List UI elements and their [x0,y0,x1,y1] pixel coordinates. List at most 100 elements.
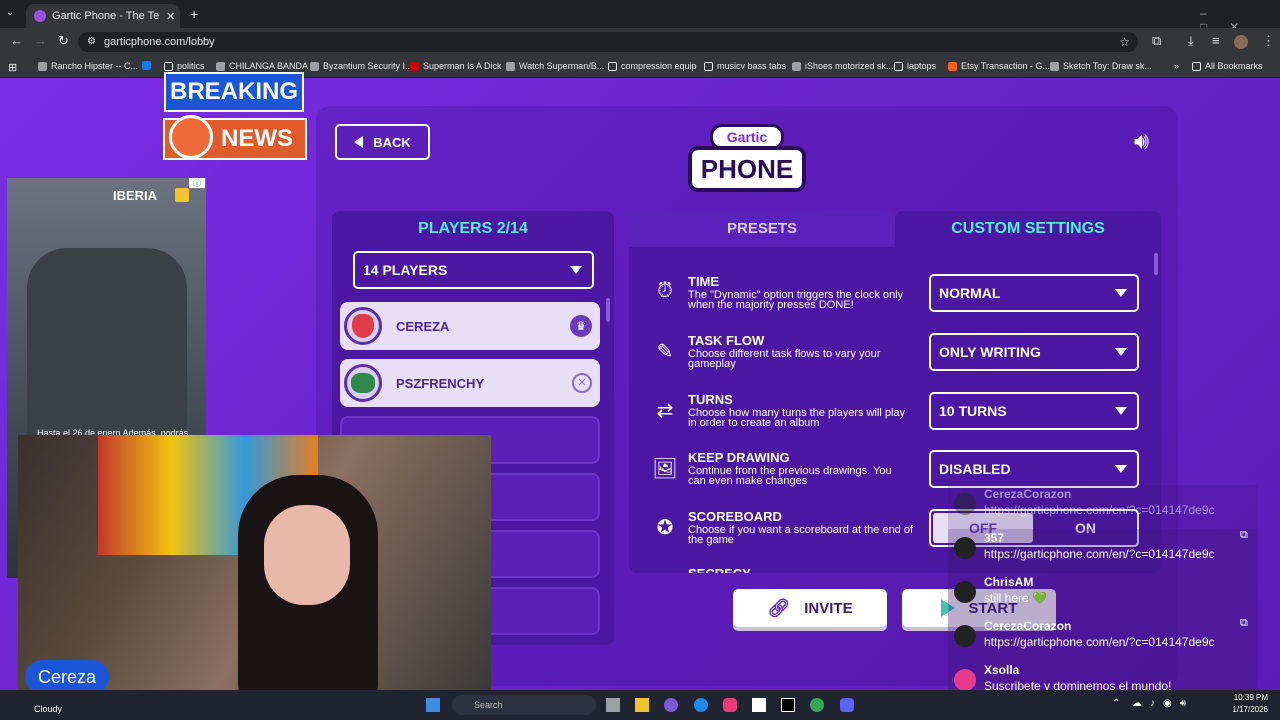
setting-desc: The "Dynamic" option triggers the clock … [688,289,904,311]
back-arrow-icon[interactable]: ← [10,34,23,48]
file-explorer-icon[interactable] [635,698,649,712]
copilot-icon[interactable] [664,698,678,712]
select-value: DISABLED [939,461,1011,477]
reload-icon[interactable]: ↻ [58,34,69,48]
weather-text[interactable]: Cloudy [34,704,62,714]
new-tab-icon[interactable]: + [190,6,198,22]
streamer-name-badge: Cereza [25,660,109,694]
discord-icon[interactable] [840,698,854,712]
clock-time[interactable]: 10:39 PM [1230,693,1268,702]
logo-bottom-text: PHONE [688,146,806,192]
player-card: PSZFRENCHY ✕ [340,359,600,407]
more-bookmarks-icon[interactable]: » [1174,61,1179,71]
bookmark-folder[interactable]: politics [164,61,205,71]
invite-button[interactable]: 🔗︎ INVITE [733,589,887,627]
bookmark-folder[interactable]: musicv bass tabs [704,61,786,71]
all-bookmarks[interactable]: All Bookmarks [1192,61,1263,71]
setting-desc: Choose if you want a scoreboard at the e… [688,524,914,546]
players-scrollbar[interactable] [606,298,610,322]
profile-avatar[interactable] [1234,35,1248,49]
setting-desc: Choose how many turns the players will p… [688,407,906,429]
tab-strip: ⌄ Gartic Phone - The Telephone G ✕ + –□✕ [0,0,1280,34]
sound-icon[interactable]: 🔊︎ [1134,128,1149,156]
chat-user: CerezaCorazon [984,619,1072,633]
ad-choices-icon[interactable]: ⓘ [189,178,205,188]
menu-dots-icon[interactable]: ⋮ [1262,34,1275,48]
select-value: ONLY WRITING [939,344,1041,360]
keep-drawing-select[interactable]: DISABLED [929,450,1139,488]
cathedral-image [27,248,187,458]
bookmark-item[interactable] [142,61,151,70]
bookmark-item[interactable]: CHILANGA BANDA [216,61,308,71]
chat-message: ChrisAM still here 💚 [948,573,1258,617]
chat-text: https://garticphone.com/en/?c=014147de9c [984,547,1215,561]
amazon-icon[interactable] [752,698,766,712]
player-name: CEREZA [396,318,450,334]
turns-select[interactable]: 10 TURNS [929,392,1139,430]
forward-arrow-icon[interactable]: → [34,34,47,48]
time-select[interactable]: NORMAL [929,274,1139,312]
globe-icon [169,115,213,159]
alarm-icon: ⏰︎ [657,280,673,302]
chat-text: https://garticphone.com/en/?c=014147de9c [984,635,1215,649]
settings-scrollbar[interactable] [1154,253,1158,275]
tray-icons[interactable]: ☁♪◉🔊︎ [1132,698,1194,709]
back-label: BACK [373,134,411,150]
taskbar-search[interactable]: Search [452,695,596,715]
flow-icon: ✎ [656,341,674,363]
chat-user: Xsolla [984,663,1020,677]
clock-date[interactable]: 1/17/2026 [1230,705,1268,714]
bookmark-item[interactable]: Superman Is A Dick [410,61,502,71]
copy-icon[interactable]: ⧉ [1240,529,1248,542]
players-count-select[interactable]: 14 PLAYERS [353,251,594,289]
tab-presets[interactable]: PRESETS [631,211,893,247]
chrome-icon[interactable] [810,698,824,712]
gartic-favicon-icon [34,10,46,22]
bookmark-item[interactable]: Watch Superman/B... [506,61,604,71]
browser-tab[interactable]: Gartic Phone - The Telephone G ✕ [26,4,180,28]
tab-presets-label: PRESETS [726,220,798,237]
back-button[interactable]: BACK [335,124,430,160]
media-icon[interactable]: ≡ [1212,34,1220,48]
x-icon[interactable] [781,698,795,712]
remove-player-icon[interactable]: ✕ [572,373,592,393]
apps-grid-icon[interactable]: ⊞ [8,61,17,74]
bookmark-item[interactable]: Etsy Transaction - G... [948,61,1050,71]
news-banner: NEWS [163,115,307,160]
setting-name: TIME [688,274,720,289]
tab-list-icon[interactable]: ⌄ [6,7,14,18]
setting-name: TASK FLOW [688,333,765,348]
download-icon[interactable]: ⤓ [1188,34,1194,48]
bookmark-folder[interactable]: compression equip [608,61,697,71]
edge-icon[interactable] [694,698,708,712]
chat-text: https://garticphone.com/en/?c=014147de9c [984,503,1215,517]
bookmark-folder[interactable]: laptops [894,61,936,71]
chat-text: still here 💚 [984,591,1047,605]
tab-custom-settings[interactable]: CUSTOM SETTINGS [895,211,1161,247]
tray-chevron-icon[interactable]: ⌃ [1112,698,1120,709]
players-select-value: 14 PLAYERS [363,262,448,278]
copy-icon[interactable]: ⧉ [1240,617,1248,630]
instagram-icon[interactable] [723,698,737,712]
windows-start-icon[interactable] [426,698,440,712]
task-flow-select[interactable]: ONLY WRITING [929,333,1139,371]
setting-name: SCOREBOARD [688,509,782,524]
bookmark-item[interactable]: iShoes motorized sk... [792,61,894,71]
task-view-icon[interactable] [606,698,620,712]
bookmark-item[interactable]: Sketch Toy: Draw sk... [1050,61,1152,71]
gartic-phone-logo: Gartic PHONE [688,124,806,196]
bookmark-item[interactable]: Byzantium Security I... [310,61,413,71]
setting-time: ⏰︎ TIME The "Dynamic" option triggers th… [651,274,1171,324]
site-info-icon[interactable]: ⚙ [87,32,96,52]
drawing-icon: 🖼︎ [652,458,678,480]
setting-name: TURNS [688,392,733,407]
setting-task-flow: ✎ TASK FLOW Choose different task flows … [651,333,1171,383]
address-bar[interactable]: ⚙ garticphone.com/lobby ☆ [78,32,1138,52]
chat-user: 357 [984,531,1005,545]
setting-name: KEEP DRAWING [688,450,790,465]
close-tab-icon[interactable]: ✕ [166,10,180,23]
tab-title: Gartic Phone - The Telephone G [52,10,160,22]
extensions-icon[interactable]: ⧉ [1152,34,1161,48]
bookmark-star-icon[interactable]: ☆ [1119,32,1130,52]
bookmark-item[interactable]: Rancho Hipster -- C... [38,61,138,71]
